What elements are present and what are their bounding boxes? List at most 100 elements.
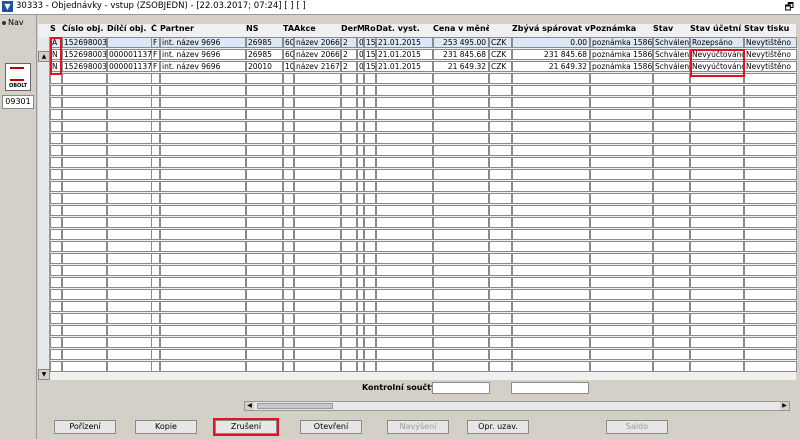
- table-cell[interactable]: [744, 145, 797, 156]
- table-cell[interactable]: [489, 205, 512, 216]
- table-cell[interactable]: [341, 217, 357, 228]
- table-cell[interactable]: [341, 289, 357, 300]
- table-cell[interactable]: [50, 277, 62, 288]
- table-cell[interactable]: [433, 229, 489, 240]
- table-cell[interactable]: [62, 337, 107, 348]
- otevreni-button[interactable]: Otevření: [300, 420, 362, 434]
- table-cell[interactable]: [433, 277, 489, 288]
- table-cell[interactable]: [283, 265, 294, 276]
- table-cell[interactable]: název 21673: [294, 61, 341, 72]
- table-cell[interactable]: [246, 325, 283, 336]
- table-cell[interactable]: [512, 97, 590, 108]
- table-cell[interactable]: F: [151, 37, 160, 48]
- table-cell[interactable]: Nevytištěno: [744, 49, 797, 60]
- table-cell[interactable]: [107, 121, 152, 132]
- table-cell[interactable]: [357, 85, 364, 96]
- table-cell[interactable]: [376, 217, 433, 228]
- table-cell[interactable]: [376, 337, 433, 348]
- table-cell[interactable]: [364, 289, 376, 300]
- table-cell[interactable]: [246, 205, 283, 216]
- table-cell[interactable]: [294, 193, 341, 204]
- table-cell[interactable]: [107, 361, 152, 372]
- table-cell[interactable]: [50, 169, 62, 180]
- table-cell[interactable]: [433, 205, 489, 216]
- table-cell[interactable]: [357, 157, 364, 168]
- table-cell[interactable]: [151, 73, 160, 84]
- table-cell[interactable]: [690, 253, 744, 264]
- table-cell[interactable]: [376, 313, 433, 324]
- table-cell[interactable]: [107, 85, 152, 96]
- scroll-up-icon[interactable]: ▲: [38, 51, 50, 62]
- table-cell[interactable]: [690, 217, 744, 228]
- table-cell[interactable]: [107, 217, 152, 228]
- table-cell[interactable]: [690, 133, 744, 144]
- table-cell[interactable]: [151, 169, 160, 180]
- table-cell[interactable]: [294, 301, 341, 312]
- table-cell[interactable]: [246, 217, 283, 228]
- table-cell[interactable]: [744, 205, 797, 216]
- scroll-right-icon[interactable]: ▶: [780, 402, 789, 410]
- table-cell[interactable]: [489, 97, 512, 108]
- table-cell[interactable]: [357, 217, 364, 228]
- table-cell[interactable]: [341, 109, 357, 120]
- table-cell[interactable]: [160, 85, 246, 96]
- table-cell[interactable]: [433, 289, 489, 300]
- table-cell[interactable]: [512, 313, 590, 324]
- table-cell[interactable]: [653, 277, 690, 288]
- table-cell[interactable]: Schválená: [653, 37, 690, 48]
- table-cell[interactable]: [151, 181, 160, 192]
- table-cell[interactable]: [433, 349, 489, 360]
- table-cell[interactable]: [376, 169, 433, 180]
- table-cell[interactable]: [246, 169, 283, 180]
- table-cell[interactable]: [341, 169, 357, 180]
- table-cell[interactable]: [62, 85, 107, 96]
- table-cell[interactable]: [107, 169, 152, 180]
- table-cell[interactable]: [376, 349, 433, 360]
- table-cell[interactable]: [512, 85, 590, 96]
- table-cell[interactable]: [294, 181, 341, 192]
- table-cell[interactable]: 231 845.68: [433, 49, 489, 60]
- table-cell[interactable]: [364, 121, 376, 132]
- table-cell[interactable]: [744, 169, 797, 180]
- table-cell[interactable]: [50, 217, 62, 228]
- table-cell[interactable]: [151, 349, 160, 360]
- table-cell[interactable]: [357, 109, 364, 120]
- table-cell[interactable]: [653, 337, 690, 348]
- table-cell[interactable]: [62, 229, 107, 240]
- table-cell[interactable]: [364, 205, 376, 216]
- table-cell[interactable]: [283, 361, 294, 372]
- table-cell[interactable]: 03: [357, 61, 364, 72]
- table-cell[interactable]: [107, 289, 152, 300]
- table-cell[interactable]: 21.01.2015: [376, 49, 433, 60]
- table-cell[interactable]: [107, 229, 152, 240]
- table-cell[interactable]: [433, 301, 489, 312]
- table-cell[interactable]: [50, 157, 62, 168]
- table-cell[interactable]: N: [50, 49, 62, 60]
- table-cell[interactable]: [357, 241, 364, 252]
- table-cell[interactable]: [107, 97, 152, 108]
- table-cell[interactable]: int. název 9696: [160, 37, 246, 48]
- table-cell[interactable]: [62, 133, 107, 144]
- table-cell[interactable]: [744, 301, 797, 312]
- table-cell[interactable]: 15: [364, 49, 376, 60]
- table-cell[interactable]: [489, 145, 512, 156]
- table-cell[interactable]: [590, 193, 653, 204]
- table-cell[interactable]: [50, 205, 62, 216]
- column-header[interactable]: Partner: [160, 24, 246, 36]
- table-cell[interactable]: [376, 301, 433, 312]
- table-cell[interactable]: [62, 289, 107, 300]
- table-cell[interactable]: poznámka 158673: [590, 37, 653, 48]
- table-cell[interactable]: [50, 229, 62, 240]
- table-cell[interactable]: [489, 181, 512, 192]
- column-header[interactable]: S: [50, 24, 62, 36]
- table-cell[interactable]: [364, 361, 376, 372]
- table-cell[interactable]: 0.00: [512, 37, 590, 48]
- table-cell[interactable]: [294, 157, 341, 168]
- table-cell[interactable]: [489, 229, 512, 240]
- table-cell[interactable]: [433, 181, 489, 192]
- table-cell[interactable]: [151, 313, 160, 324]
- table-cell[interactable]: [590, 313, 653, 324]
- table-cell[interactable]: [294, 325, 341, 336]
- table-cell[interactable]: [744, 109, 797, 120]
- table-cell[interactable]: [50, 301, 62, 312]
